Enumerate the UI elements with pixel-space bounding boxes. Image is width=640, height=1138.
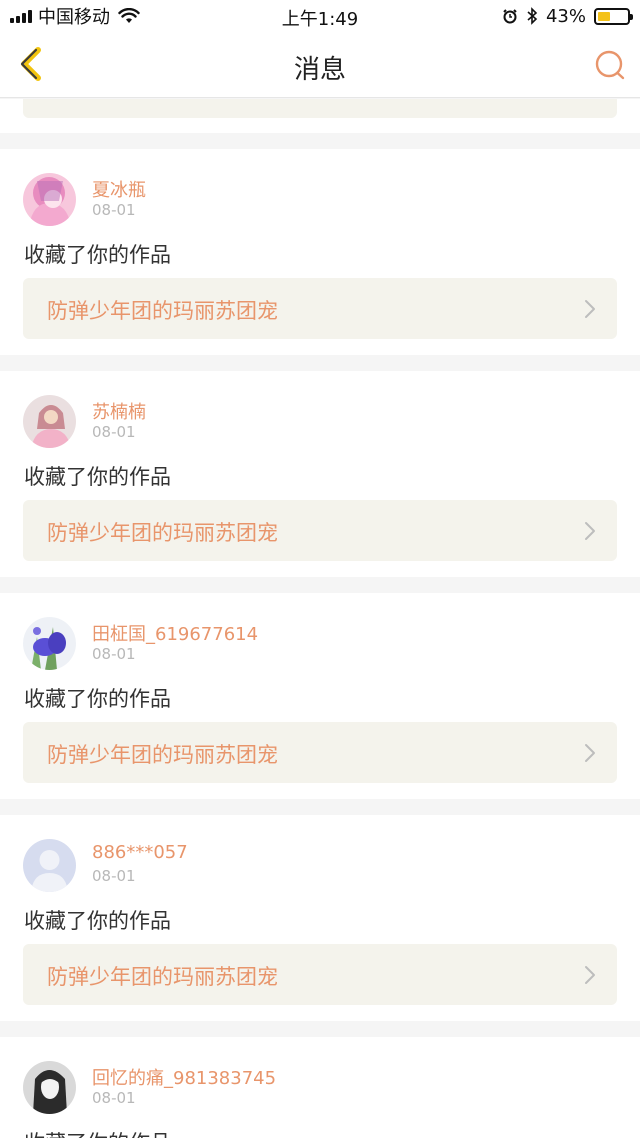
chevron-right-icon bbox=[585, 744, 595, 762]
message-date: 08-01 bbox=[92, 867, 136, 885]
message-date: 08-01 bbox=[92, 645, 136, 663]
action-text: 收藏了你的作品 bbox=[24, 687, 171, 711]
action-text: 收藏了你的作品 bbox=[24, 1127, 171, 1138]
chevron-right-icon bbox=[585, 522, 595, 540]
message-card: 回忆的痛_981383745 08-01 收藏了你的作品 bbox=[0, 1037, 640, 1138]
chevron-right-icon bbox=[585, 966, 595, 984]
battery-percent: 43% bbox=[545, 5, 586, 27]
message-card: 苏楠楠 08-01 收藏了你的作品 防弹少年团的玛丽苏团宠 bbox=[0, 371, 640, 577]
avatar[interactable] bbox=[23, 395, 76, 448]
message-card: 夏冰瓶 08-01 收藏了你的作品 防弹少年团的玛丽苏团宠 bbox=[0, 149, 640, 355]
chevron-right-icon bbox=[585, 300, 595, 318]
page-title: 消息 bbox=[293, 55, 346, 85]
username[interactable]: 886***057 bbox=[92, 842, 188, 863]
work-title: 防弹少年团的玛丽苏团宠 bbox=[47, 743, 278, 767]
action-text: 收藏了你的作品 bbox=[24, 243, 171, 267]
item-box-partial[interactable] bbox=[23, 99, 617, 118]
username[interactable]: 夏冰瓶 bbox=[92, 176, 146, 202]
battery-icon bbox=[594, 7, 633, 25]
action-text: 收藏了你的作品 bbox=[24, 909, 171, 933]
message-card-partial bbox=[0, 99, 640, 133]
nav-bar: 消息 bbox=[0, 32, 640, 98]
username[interactable]: 苏楠楠 bbox=[92, 398, 146, 424]
work-link[interactable]: 防弹少年团的玛丽苏团宠 bbox=[23, 278, 617, 339]
action-text: 收藏了你的作品 bbox=[24, 465, 171, 489]
username[interactable]: 回忆的痛_981383745 bbox=[92, 1064, 276, 1090]
avatar[interactable] bbox=[23, 173, 76, 226]
avatar[interactable] bbox=[23, 839, 76, 892]
work-link[interactable]: 防弹少年团的玛丽苏团宠 bbox=[23, 722, 617, 783]
work-title: 防弹少年团的玛丽苏团宠 bbox=[47, 965, 278, 989]
message-date: 08-01 bbox=[92, 201, 136, 219]
work-title: 防弹少年团的玛丽苏团宠 bbox=[47, 299, 278, 323]
avatar[interactable] bbox=[23, 617, 76, 670]
message-list[interactable]: 夏冰瓶 08-01 收藏了你的作品 防弹少年团的玛丽苏团宠 苏楠楠 08-01 … bbox=[0, 99, 640, 1138]
search-icon[interactable] bbox=[592, 47, 628, 83]
message-card: 886***057 08-01 收藏了你的作品 防弹少年团的玛丽苏团宠 bbox=[0, 815, 640, 1021]
status-bar: 中国移动 上午1:49 43% bbox=[0, 0, 640, 32]
work-link[interactable]: 防弹少年团的玛丽苏团宠 bbox=[23, 944, 617, 1005]
message-date: 08-01 bbox=[92, 1089, 136, 1107]
work-link[interactable]: 防弹少年团的玛丽苏团宠 bbox=[23, 500, 617, 561]
work-title: 防弹少年团的玛丽苏团宠 bbox=[47, 521, 278, 545]
message-card: 田柾国_619677614 08-01 收藏了你的作品 防弹少年团的玛丽苏团宠 bbox=[0, 593, 640, 799]
bluetooth-icon bbox=[527, 7, 538, 25]
message-date: 08-01 bbox=[92, 423, 136, 441]
alarm-icon bbox=[503, 9, 517, 24]
username[interactable]: 田柾国_619677614 bbox=[92, 620, 258, 646]
avatar[interactable] bbox=[23, 1061, 76, 1114]
